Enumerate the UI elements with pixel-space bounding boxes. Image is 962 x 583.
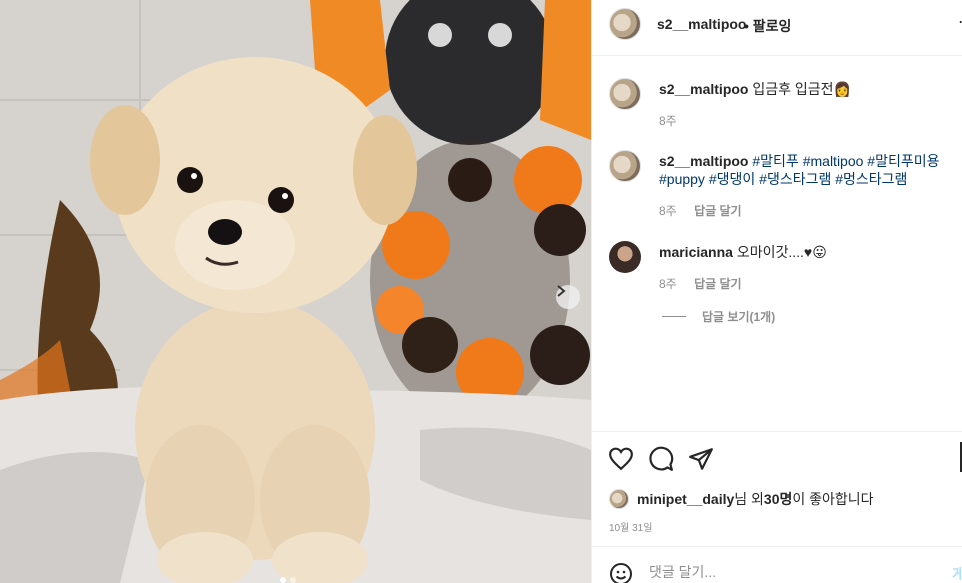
- comment-time[interactable]: 8주: [659, 204, 677, 218]
- comment-time[interactable]: 8주: [659, 277, 677, 291]
- carousel-dot: [290, 577, 296, 583]
- likes-count[interactable]: 30명: [764, 489, 792, 509]
- comment-text: s2__maltipoo 입금후 입금전👩: [659, 80, 949, 98]
- likes-text-end: 이 좋아합니다: [792, 491, 874, 507]
- commenter-username[interactable]: s2__maltipoo: [659, 81, 748, 97]
- reply-button[interactable]: 답글 달기: [694, 277, 742, 291]
- hashtag-link[interactable]: #말티푸: [752, 153, 798, 169]
- comment-text: s2__maltipoo #말티푸 #maltipoo #말티푸미용 #pupp…: [659, 152, 949, 188]
- dog-photo-illustration: [0, 0, 591, 583]
- commenter-avatar[interactable]: [609, 150, 641, 182]
- emoji-icon[interactable]: [609, 562, 633, 583]
- hashtag-link[interactable]: #멍스타그램: [835, 171, 907, 187]
- emoji-glyph: 😛: [812, 244, 827, 260]
- reply-button[interactable]: 답글 달기: [694, 204, 742, 218]
- commenter-avatar[interactable]: [609, 241, 641, 273]
- hashtag-link[interactable]: #댕스타그램: [759, 171, 831, 187]
- liker-avatar[interactable]: [609, 489, 629, 509]
- author-avatar[interactable]: [609, 8, 641, 40]
- divider: [662, 316, 686, 317]
- comment-meta: 8주 답글 달기: [659, 202, 742, 219]
- likes-text: 님 외: [734, 491, 764, 507]
- commenter-username[interactable]: s2__maltipoo: [659, 153, 748, 169]
- comment-meta: 8주 답글 달기: [659, 275, 742, 292]
- share-icon[interactable]: [688, 446, 714, 472]
- liker-username[interactable]: minipet__daily: [637, 491, 734, 507]
- likes-summary: minipet__daily 님 외 30명 이 좋아합니다: [609, 489, 874, 509]
- following-status[interactable]: • 팔로잉: [744, 16, 791, 36]
- post-photo[interactable]: [0, 0, 591, 583]
- comment-body: 입금후 입금전: [752, 81, 834, 97]
- post-side-panel: s2__maltipoo • 팔로잉 ⋯ s2__maltipoo 입금후 입금…: [591, 0, 962, 583]
- commenter-avatar[interactable]: [609, 78, 641, 110]
- view-replies-button[interactable]: 답글 보기(1개): [662, 308, 775, 325]
- hashtag-link[interactable]: #댕댕이: [709, 171, 755, 187]
- add-comment-bar: 게: [592, 546, 962, 583]
- post-header: s2__maltipoo • 팔로잉 ⋯: [592, 0, 962, 56]
- carousel-indicator: [280, 577, 296, 583]
- post-comment-button[interactable]: 게: [952, 564, 962, 583]
- hashtag-link[interactable]: #puppy: [659, 171, 705, 187]
- post-actions: minipet__daily 님 외 30명 이 좋아합니다 10월 31일: [592, 431, 962, 546]
- comment-time[interactable]: 8주: [659, 114, 677, 128]
- author-username[interactable]: s2__maltipoo: [657, 16, 746, 32]
- next-image-button[interactable]: [556, 285, 580, 309]
- heart-icon[interactable]: [608, 446, 634, 472]
- comments-list: s2__maltipoo 입금후 입금전👩 8주 s2__maltipoo #말…: [592, 56, 962, 431]
- emoji-glyph: 👩: [833, 81, 851, 97]
- hashtag-link[interactable]: #말티푸미용: [867, 153, 939, 169]
- comment-input[interactable]: [649, 562, 889, 582]
- commenter-username[interactable]: maricianna: [659, 244, 733, 260]
- comment-body: 오마이갓....♥: [736, 244, 813, 260]
- comment-icon[interactable]: [648, 446, 674, 472]
- view-replies-label: 답글 보기(1개): [702, 310, 776, 324]
- post-date[interactable]: 10월 31일: [609, 519, 652, 534]
- comment-meta: 8주: [659, 112, 677, 129]
- chevron-right-icon: [557, 285, 566, 297]
- hashtag-link[interactable]: #maltipoo: [803, 153, 864, 169]
- carousel-dot-active: [280, 577, 286, 583]
- more-options-icon[interactable]: ⋯: [958, 12, 962, 32]
- comment-text: maricianna 오마이갓....♥😛: [659, 243, 949, 261]
